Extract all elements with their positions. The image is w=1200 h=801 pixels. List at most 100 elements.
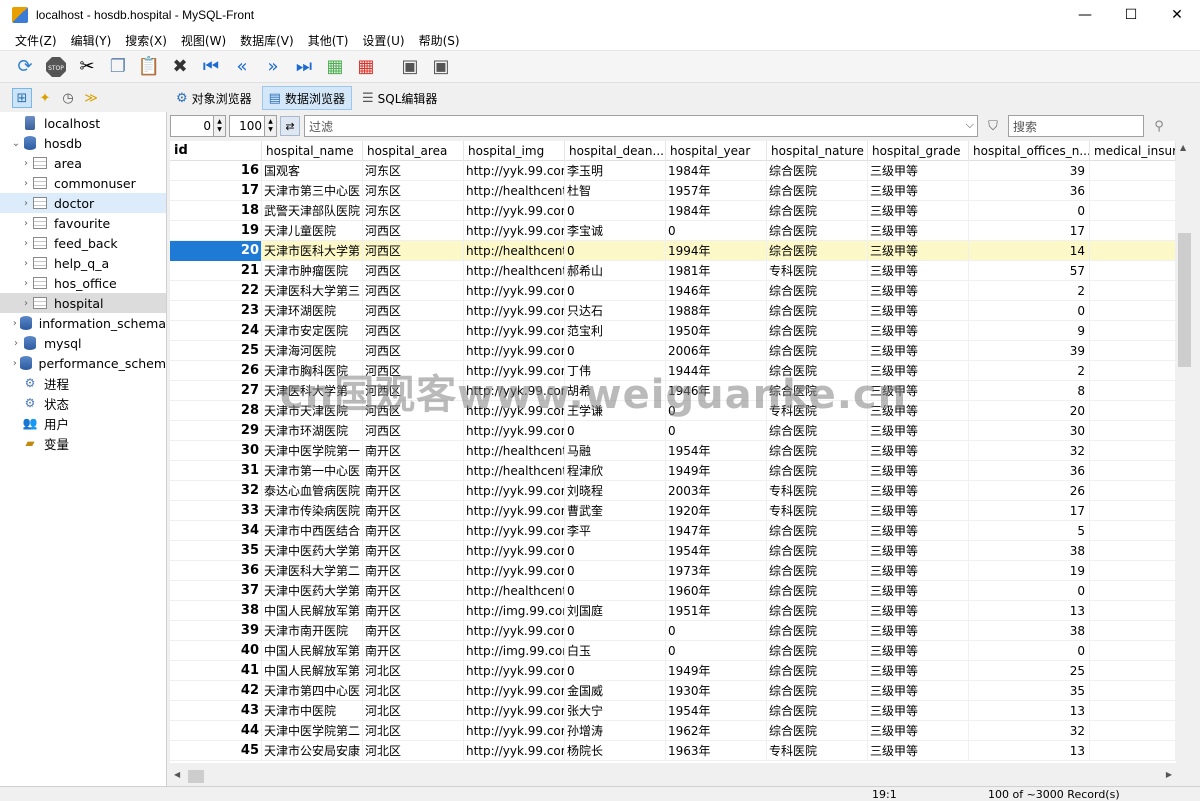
table-cell[interactable]: 综合医院	[767, 441, 868, 461]
table-cell[interactable]: 30	[969, 421, 1090, 441]
table-cell[interactable]	[1090, 341, 1176, 361]
table-cell[interactable]: http://yyk.99.com.c	[464, 301, 565, 321]
table-cell[interactable]: 1954年	[666, 701, 767, 721]
bookmark-icon[interactable]: ✦	[35, 88, 55, 108]
table-cell[interactable]: http://img.99.com.	[464, 641, 565, 661]
table-cell[interactable]: 三级甲等	[868, 501, 969, 521]
table-cell[interactable]: http://yyk.99.com.c	[464, 681, 565, 701]
table-cell[interactable]: 天津海河医院	[262, 341, 363, 361]
table-row[interactable]: 25天津海河医院河西区http://yyk.99.com.c02006年综合医院…	[170, 341, 1176, 361]
tree-item[interactable]: › hospital	[0, 293, 166, 313]
table-cell[interactable]: 白玉	[565, 641, 666, 661]
vertical-scrollbar[interactable]: ▲	[1176, 141, 1193, 763]
table-cell[interactable]: 0	[969, 641, 1090, 661]
table-row[interactable]: 18武警天津部队医院河东区http://yyk.99.com.c01984年综合…	[170, 201, 1176, 221]
table-cell[interactable]: 天津儿童医院	[262, 221, 363, 241]
table-cell[interactable]: 天津中医药大学第	[262, 581, 363, 601]
table-cell[interactable]: http://yyk.99.com.c	[464, 201, 565, 221]
table-cell[interactable]	[1090, 321, 1176, 341]
table-row[interactable]: 20天津市医科大学第河西区http://healthcenter01994年综合…	[170, 241, 1176, 261]
table-cell[interactable]: 1963年	[666, 741, 767, 761]
table-row[interactable]: 30天津中医学院第一南开区http://healthcenter马融1954年综…	[170, 441, 1176, 461]
table-cell[interactable]: 0	[565, 201, 666, 221]
table-cell[interactable]: 0	[969, 301, 1090, 321]
chevron-right-icon[interactable]: ›	[20, 278, 32, 289]
menu-edit[interactable]: 编辑(Y)	[64, 32, 119, 49]
table-cell[interactable]: 1950年	[666, 321, 767, 341]
chevron-right-icon[interactable]: ›	[10, 318, 20, 329]
table-cell[interactable]: 37	[170, 581, 262, 601]
table-cell[interactable]: 天津市安定医院	[262, 321, 363, 341]
table-cell[interactable]: 综合医院	[767, 521, 868, 541]
table-cell[interactable]: 河西区	[363, 421, 464, 441]
table-cell[interactable]: 专科医院	[767, 261, 868, 281]
table-cell[interactable]	[1090, 261, 1176, 281]
table-cell[interactable]: 43	[170, 701, 262, 721]
table-cell[interactable]: 38	[170, 601, 262, 621]
table-cell[interactable]: http://yyk.99.com.c	[464, 281, 565, 301]
menu-settings[interactable]: 设置(U)	[355, 32, 411, 49]
table-cell[interactable]: 1957年	[666, 181, 767, 201]
table-cell[interactable]: 0	[666, 641, 767, 661]
table-cell[interactable]: 0	[565, 621, 666, 641]
menu-search[interactable]: 搜索(X)	[118, 32, 174, 49]
history-icon[interactable]: ◷	[58, 88, 78, 108]
column-header[interactable]: hospital_img	[464, 141, 565, 161]
tree-item[interactable]: ⚙ 进程	[0, 373, 166, 393]
tree-item[interactable]: › hos_office	[0, 273, 166, 293]
table-cell[interactable]: 0	[666, 621, 767, 641]
table-cell[interactable]: 天津中医学院第二	[262, 721, 363, 741]
tree-item[interactable]: ⌄ hosdb	[0, 133, 166, 153]
tree-view-icon[interactable]: ⊞	[12, 88, 32, 108]
table-cell[interactable]: http://yyk.99.com.c	[464, 561, 565, 581]
table-cell[interactable]: 天津市第三中心医	[262, 181, 363, 201]
table-cell[interactable]: http://yyk.99.com.c	[464, 721, 565, 741]
tree-item[interactable]: › information_schema	[0, 313, 166, 333]
table-cell[interactable]: 综合医院	[767, 601, 868, 621]
table-cell[interactable]: 三级甲等	[868, 621, 969, 641]
stop-icon[interactable]: STOP	[43, 54, 69, 80]
table-cell[interactable]: 综合医院	[767, 581, 868, 601]
table-cell[interactable]: 范宝利	[565, 321, 666, 341]
table-cell[interactable]: 39	[969, 161, 1090, 181]
table-cell[interactable]: 三级甲等	[868, 641, 969, 661]
table-cell[interactable]: 河西区	[363, 241, 464, 261]
table-cell[interactable]: 41	[170, 661, 262, 681]
table-cell[interactable]: 刘国庭	[565, 601, 666, 621]
table-cell[interactable]: 综合医院	[767, 421, 868, 441]
table-cell[interactable]: 李平	[565, 521, 666, 541]
table-cell[interactable]: 三级甲等	[868, 341, 969, 361]
table-cell[interactable]: 三级甲等	[868, 181, 969, 201]
table-cell[interactable]: 南开区	[363, 481, 464, 501]
table-cell[interactable]: 综合医院	[767, 721, 868, 741]
table-cell[interactable]: 综合医院	[767, 621, 868, 641]
table-cell[interactable]: 40	[170, 641, 262, 661]
table-cell[interactable]	[1090, 661, 1176, 681]
table-cell[interactable]: 李玉明	[565, 161, 666, 181]
scroll-up-icon[interactable]: ▲	[1180, 143, 1186, 152]
previous-record-icon[interactable]: «	[229, 54, 255, 80]
table-cell[interactable]: 0	[666, 221, 767, 241]
tab-sql-editor[interactable]: ☰ SQL编辑器	[356, 86, 443, 110]
column-header[interactable]: hospital_nature	[767, 141, 868, 161]
table-cell[interactable]: 30	[170, 441, 262, 461]
table-cell[interactable]: http://yyk.99.com.c	[464, 161, 565, 181]
table-cell[interactable]	[1090, 621, 1176, 641]
chevron-right-icon[interactable]: ›	[20, 238, 32, 249]
table-cell[interactable]: 程津欣	[565, 461, 666, 481]
table-cell[interactable]: 9	[969, 321, 1090, 341]
table-cell[interactable]: 刘晓程	[565, 481, 666, 501]
table-cell[interactable]: 39	[170, 621, 262, 641]
table-cell[interactable]: 2	[969, 281, 1090, 301]
table-cell[interactable]: http://yyk.99.com.c	[464, 221, 565, 241]
table-cell[interactable]: 24	[170, 321, 262, 341]
menu-database[interactable]: 数据库(V)	[233, 32, 301, 49]
chevron-right-icon[interactable]: ›	[10, 338, 22, 349]
table-cell[interactable]: 25	[969, 661, 1090, 681]
table-cell[interactable]: 河东区	[363, 181, 464, 201]
table-cell[interactable]: http://yyk.99.com.c	[464, 341, 565, 361]
table-cell[interactable]	[1090, 681, 1176, 701]
table-cell[interactable]: 三级甲等	[868, 281, 969, 301]
table-cell[interactable]: 中国人民解放军第	[262, 641, 363, 661]
table-cell[interactable]: 1984年	[666, 201, 767, 221]
